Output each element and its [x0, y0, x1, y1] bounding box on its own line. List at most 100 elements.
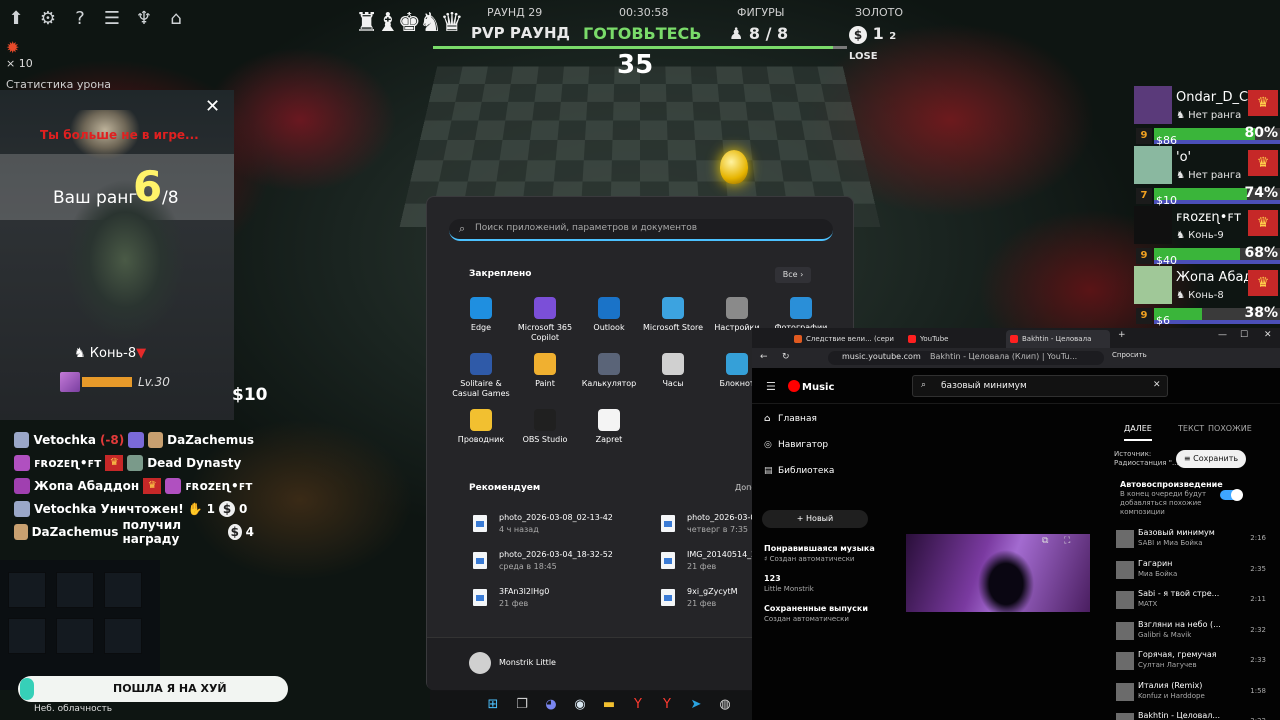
queue-item[interactable]: Базовый минимум SABI и Миа Бойка 2:16	[1116, 528, 1280, 558]
top-hud: ♜♝♚♞♛ РАУНД 29 PVP РАУНД 00:30:58 ГОТОВЬ…	[355, 0, 925, 82]
windows-icon[interactable]: ⊞	[484, 696, 502, 714]
sidebar-item-0[interactable]: ⌂ Главная	[764, 414, 817, 424]
tab-related[interactable]: ПОХОЖИЕ	[1208, 424, 1252, 433]
track-thumbnail	[1116, 621, 1134, 640]
maximize-icon[interactable]: ☐	[1240, 330, 1248, 340]
inventory-slot[interactable]	[56, 618, 94, 654]
video-player[interactable]: ⧉ ⛶	[906, 534, 1090, 612]
app-12[interactable]: OBS Studio	[513, 409, 577, 445]
inventory-slot[interactable]	[8, 572, 46, 608]
user-name[interactable]: Monstrik Little	[499, 658, 556, 667]
player-row[interactable]: Жопа Абад ♞ Конь-8 ♛ 9 $6 38%	[1132, 266, 1280, 328]
tab-1[interactable]: Следствие вели... (сери	[790, 330, 898, 348]
playlist-subtitle: Создан автоматически	[764, 615, 849, 623]
queue-item[interactable]: Bakhtin - Целовал...3:22	[1116, 711, 1280, 720]
queue-item[interactable]: Горячая, гремучая Султан Лагучев 2:33	[1116, 650, 1280, 680]
pinned-heading: Закреплено	[469, 269, 532, 279]
tab-lyrics[interactable]: ТЕКСТ	[1178, 424, 1204, 433]
queue-item[interactable]: Sabi - я твой стре... MATX 2:11	[1116, 589, 1280, 619]
fullscreen-icon[interactable]: ⛶	[1064, 536, 1070, 546]
item-counter[interactable]: ✹ × 10	[6, 38, 46, 72]
notification-bar[interactable]: ПОШЛА Я НА ХУЙ	[18, 676, 288, 702]
file-icon	[473, 552, 487, 569]
player-row[interactable]: 'o' ♞ Нет ранга ♛ 7 $10 74%	[1132, 146, 1280, 208]
app-6[interactable]: Solitaire & Casual Games	[449, 353, 513, 399]
queue-item[interactable]: Италия (Remix) Konfuz и Harddope 1:58	[1116, 681, 1280, 711]
player-row[interactable]: Ondar_D_C ♞ Нет ранга ♛ 9 $86 80%	[1132, 86, 1280, 148]
inventory-slot[interactable]	[104, 618, 142, 654]
steam-icon[interactable]: ◉	[571, 696, 589, 714]
obs-icon[interactable]: ◍	[716, 696, 734, 714]
app-1[interactable]: Microsoft 365 Copilot	[513, 297, 577, 343]
miniplayer-icon[interactable]: ⧉	[1042, 536, 1048, 546]
avatar	[1134, 206, 1172, 244]
ytmusic-search-input[interactable]: ⌕ базовый минимум ✕	[912, 375, 1168, 397]
refresh-icon[interactable]: ↻	[782, 352, 790, 362]
gold-egg-icon[interactable]	[720, 150, 748, 184]
home-icon[interactable]: ⌂	[166, 8, 186, 29]
playlist-title[interactable]: Понравившаяся музыка	[764, 544, 875, 553]
list-icon[interactable]: ☰	[102, 8, 122, 29]
all-apps-button[interactable]: Все ›	[775, 267, 811, 283]
recommended-item[interactable]: 3FAn3l2lHg0 21 фев	[473, 587, 643, 615]
close-icon[interactable]: ✕	[1264, 330, 1272, 340]
inventory-slot[interactable]	[56, 572, 94, 608]
new-tab-icon[interactable]: +	[1118, 330, 1126, 340]
search-input[interactable]: ⌕ Поиск приложений, параметров и докумен…	[449, 219, 833, 241]
search-icon: ⌕	[921, 380, 927, 390]
file-name: 3FAn3l2lHg0	[499, 587, 550, 596]
yandex-icon[interactable]: Y	[629, 696, 647, 714]
tab-active[interactable]: Bakhtin - Целовала	[1006, 330, 1110, 348]
recommended-item[interactable]: photo_2026-03-04_18-32-52 среда в 18:45	[473, 550, 643, 578]
queue-item[interactable]: Гагарин Миа Бойка 2:35	[1116, 559, 1280, 589]
trophy-icon[interactable]: ♆	[134, 8, 154, 29]
menu-icon[interactable]: ☰	[766, 380, 776, 393]
app-3[interactable]: Microsoft Store	[641, 297, 705, 333]
app-11[interactable]: Проводник	[449, 409, 513, 445]
app-7[interactable]: Paint	[513, 353, 577, 389]
telegram-icon[interactable]: ➤	[687, 696, 705, 714]
app-icon	[534, 409, 556, 431]
sidebar-item-2[interactable]: ▤ Библиотека	[764, 466, 834, 476]
track-duration: 1:58	[1250, 686, 1266, 695]
ask-button[interactable]: Спросить	[1112, 351, 1147, 359]
player-row[interactable]: ꜰʀᴏᴢᴇɳ•ꜰᴛ ♞ Конь-9 ♛ 9 $40 68%	[1132, 206, 1280, 268]
app-0[interactable]: Edge	[449, 297, 513, 333]
weather-label[interactable]: Неб. облачность	[34, 704, 112, 714]
playlist-title[interactable]: 123	[764, 574, 781, 583]
back-icon[interactable]: ←	[760, 352, 768, 362]
hp-percent: 80%	[1244, 125, 1278, 141]
app-2[interactable]: Outlook	[577, 297, 641, 333]
help-icon[interactable]: ?	[70, 8, 90, 29]
taskview-icon[interactable]: ❐	[513, 696, 531, 714]
user-avatar[interactable]	[469, 652, 491, 674]
sidebar-item-1[interactable]: ◎ Навигатор	[764, 440, 828, 450]
inventory-slot[interactable]	[8, 618, 46, 654]
playlist-title[interactable]: Сохраненные выпуски	[764, 604, 868, 613]
app-9[interactable]: Часы	[641, 353, 705, 389]
gear-icon[interactable]: ⚙	[38, 8, 58, 29]
app-13[interactable]: Zapret	[577, 409, 641, 445]
app-label: Zapret	[595, 435, 623, 444]
tab-next[interactable]: ДАЛЕЕ	[1124, 424, 1152, 441]
folder-icon[interactable]: ▬	[600, 696, 618, 714]
recommended-item[interactable]: photo_2026-03-08_02-13-42 4 ч назад	[473, 513, 643, 541]
discord-icon[interactable]: ◕	[542, 696, 560, 714]
upload-icon[interactable]: ⬆	[6, 8, 26, 29]
save-button[interactable]: ≡ Сохранить	[1176, 450, 1246, 468]
address-bar[interactable]: music.youtube.com Bakhtin - Целовала (Кл…	[828, 351, 1104, 365]
queue-item[interactable]: Взгляни на небо (... Galibri & Mavik 2:32	[1116, 620, 1280, 650]
app-8[interactable]: Калькулятор	[577, 353, 641, 389]
ytmusic-logo[interactable]: Music	[788, 380, 834, 393]
close-icon[interactable]: ✕	[205, 96, 220, 117]
autoplay-toggle[interactable]	[1220, 489, 1243, 501]
inventory-slot[interactable]	[104, 572, 142, 608]
url-host: music.youtube.com	[842, 352, 921, 361]
tab-youtube[interactable]: YouTube	[904, 330, 1000, 348]
minimize-icon[interactable]: —	[1218, 330, 1227, 340]
autoplay-description: В конец очереди будут добавляться похожи…	[1120, 490, 1207, 516]
clear-icon[interactable]: ✕	[1153, 380, 1161, 390]
yandex-icon-2[interactable]: Y	[658, 696, 676, 714]
app-label: Edge	[470, 323, 492, 332]
new-playlist-button[interactable]: + Новый	[762, 510, 868, 528]
